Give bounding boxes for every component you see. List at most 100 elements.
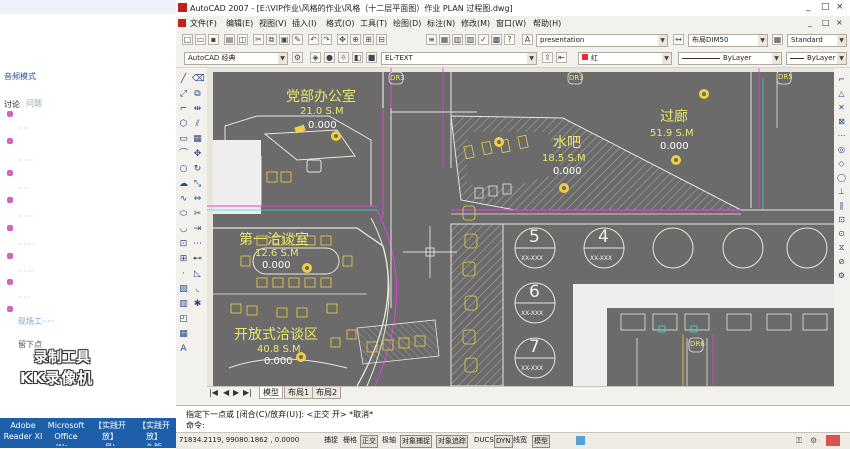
point-icon[interactable]: · <box>178 269 189 280</box>
menu-file[interactable]: 文件(F) <box>190 18 217 29</box>
mtext-icon[interactable]: A <box>178 344 189 355</box>
menu-tools[interactable]: 工具(T) <box>360 18 387 29</box>
doc-close-button[interactable]: × <box>836 18 843 27</box>
insert-block-icon[interactable]: ⊡ <box>178 239 189 250</box>
taskbar-item-office-word[interactable]: Microsoft Office Wo... <box>45 420 87 446</box>
tab-last-icon[interactable]: ▶| <box>243 388 252 397</box>
snap-tangent-icon[interactable]: ◯ <box>836 172 847 183</box>
make-current-layer-icon[interactable]: ⇪ <box>542 52 553 63</box>
snap-quadrant-icon[interactable]: ◇ <box>836 158 847 169</box>
quickcalc-icon[interactable]: ▩ <box>491 34 502 45</box>
dyn-toggle[interactable]: DYN <box>494 435 513 448</box>
menu-window[interactable]: 窗口(W) <box>496 18 526 29</box>
copy-object-icon[interactable]: ⧉ <box>192 89 203 100</box>
snap-apparent-icon[interactable]: ⊠ <box>836 116 847 127</box>
trim-icon[interactable]: ✂ <box>192 209 203 220</box>
taskbar-item-adobe-reader[interactable]: Adobe Reader XI <box>2 420 44 446</box>
tab-other[interactable]: 问题 <box>26 98 42 109</box>
extend-icon[interactable]: ⇥ <box>192 224 203 235</box>
taskbar-item-doc-2[interactable]: 【实践开放】 久版 <box>133 420 175 446</box>
document-icon[interactable] <box>178 19 186 27</box>
circle-icon[interactable]: ○ <box>178 164 189 175</box>
menu-help[interactable]: 帮助(H) <box>533 18 561 29</box>
color-select[interactable]: 红 ▼ <box>578 52 672 65</box>
region-icon[interactable]: ◰ <box>178 314 189 325</box>
join-icon[interactable]: ⊷ <box>192 254 203 265</box>
layer-freeze-icon[interactable]: ☼ <box>338 52 349 63</box>
menu-format[interactable]: 格式(O) <box>326 18 355 29</box>
match-properties-icon[interactable]: ✎ <box>292 34 303 45</box>
snap-extension-icon[interactable]: ⋯ <box>836 130 847 141</box>
tab-model[interactable]: 模型 <box>259 387 283 399</box>
snap-midpoint-icon[interactable]: △ <box>836 88 847 99</box>
offset-icon[interactable]: ⫽ <box>192 119 203 130</box>
doc-minimize-button[interactable]: _ <box>808 18 812 27</box>
snap-insert-icon[interactable]: ⊡ <box>836 214 847 225</box>
menu-insert[interactable]: 插入(I) <box>292 18 317 29</box>
ortho-toggle[interactable]: 正交 <box>360 435 378 448</box>
make-block-icon[interactable]: ⊞ <box>178 254 189 265</box>
fillet-icon[interactable]: ◟ <box>192 284 203 295</box>
menu-edit[interactable]: 编辑(E) <box>226 18 253 29</box>
tray-settings-icon[interactable]: ⚙ <box>810 436 817 445</box>
tab-next-icon[interactable]: ▶ <box>233 388 239 397</box>
ellipse-arc-icon[interactable]: ◡ <box>178 224 189 235</box>
ellipse-icon[interactable]: ⬭ <box>178 209 189 220</box>
workspace-settings-icon[interactable]: ⚙ <box>292 52 303 63</box>
grid-toggle[interactable]: 栅格 <box>342 435 358 446</box>
command-line[interactable]: 指定下一点或 [闭合(C)/放弃(U)]: <正交 开> *取消* 命令: <box>176 405 850 433</box>
copy-icon[interactable]: ⧉ <box>266 34 277 45</box>
close-button[interactable]: × <box>836 2 844 12</box>
workspace-select[interactable]: AutoCAD 经典 ▼ <box>184 52 288 65</box>
text-style-select[interactable]: presentation ▼ <box>536 34 668 47</box>
comm-center-icon[interactable] <box>576 436 585 445</box>
table-icon[interactable]: ▦ <box>178 329 189 340</box>
snap-none-icon[interactable]: ⊘ <box>836 256 847 267</box>
layer-previous-icon[interactable]: ⇤ <box>556 52 567 63</box>
otrack-toggle[interactable]: 对象追踪 <box>436 435 468 448</box>
stretch-icon[interactable]: ⇔ <box>192 194 203 205</box>
new-icon[interactable]: □ <box>182 34 193 45</box>
tray-status-icon[interactable] <box>826 435 840 446</box>
osnap-toggle[interactable]: 对象捕捉 <box>400 435 432 448</box>
snap-toggle[interactable]: 捕捉 <box>323 435 339 446</box>
menu-draw[interactable]: 绘图(D) <box>393 18 421 29</box>
rotate-icon[interactable]: ↻ <box>192 164 203 175</box>
explode-icon[interactable]: ✱ <box>192 299 203 310</box>
scale-icon[interactable]: ⤡ <box>192 179 203 190</box>
layer-manager-icon[interactable]: ◈ <box>310 52 321 63</box>
tab-first-icon[interactable]: |◀ <box>209 388 218 397</box>
snap-node-icon[interactable]: ⊙ <box>836 228 847 239</box>
menu-dimension[interactable]: 标注(N) <box>427 18 455 29</box>
line-icon[interactable]: ╱ <box>178 74 189 85</box>
construction-line-icon[interactable]: ⤢ <box>178 89 189 100</box>
ducs-toggle[interactable]: DUCS <box>473 435 495 446</box>
sheet-set-icon[interactable]: ▧ <box>465 34 476 45</box>
pan-icon[interactable]: ✥ <box>337 34 348 45</box>
linetype-select[interactable]: ByLayer ▼ <box>678 52 782 65</box>
move-icon[interactable]: ✥ <box>192 149 203 160</box>
chamfer-icon[interactable]: ◺ <box>192 269 203 280</box>
polygon-icon[interactable]: ⬡ <box>178 119 189 130</box>
snap-center-icon[interactable]: ◎ <box>836 144 847 155</box>
menu-view[interactable]: 视图(V) <box>259 18 287 29</box>
array-icon[interactable]: ▦ <box>192 134 203 145</box>
preview-icon[interactable]: ◫ <box>237 34 248 45</box>
model-toggle[interactable]: 模型 <box>532 435 550 448</box>
markup-icon[interactable]: ✓ <box>478 34 489 45</box>
layer-color-icon[interactable]: ■ <box>366 52 377 63</box>
tab-prev-icon[interactable]: ◀ <box>223 388 229 397</box>
mirror-icon[interactable]: ⇹ <box>192 104 203 115</box>
layer-select[interactable]: EL-TEXT ▼ <box>381 52 537 65</box>
erase-icon[interactable]: ⌫ <box>192 74 205 85</box>
maximize-button[interactable]: □ <box>821 2 830 12</box>
dim-style-select[interactable]: 布局DIM50 ▼ <box>688 34 768 47</box>
arc-icon[interactable]: ⌒ <box>178 149 189 160</box>
save-icon[interactable]: ▪ <box>208 34 219 45</box>
open-icon[interactable]: ▭ <box>195 34 206 45</box>
help-icon[interactable]: ? <box>504 34 515 45</box>
break-icon[interactable]: ⋯ <box>192 239 203 250</box>
drawing-canvas[interactable]: 党部办公室 21.0 S.M 0.000 水吧 18.5 S.M 0.000 过… <box>207 68 834 386</box>
lineweight-toggle[interactable]: 线宽 <box>512 435 528 446</box>
undo-icon[interactable]: ↶ <box>308 34 319 45</box>
